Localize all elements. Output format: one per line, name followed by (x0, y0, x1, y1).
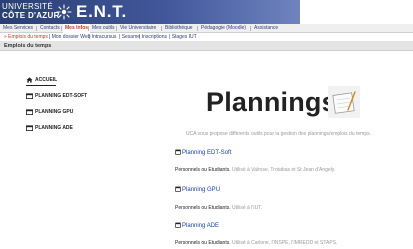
page-title: Emplois du temps (4, 43, 52, 49)
notebook-pen-icon (328, 86, 360, 118)
sidebar-item-planning-gpu[interactable]: PLANNING GPU (26, 108, 96, 116)
menu-separator (88, 26, 89, 31)
sub-menu: » Emplois du temps | Mon dossier Web | I… (0, 33, 413, 41)
page-title-bar: Emplois du temps (0, 41, 413, 51)
planning-link-gpu[interactable]: Planning GPU (175, 186, 220, 195)
planning-title: Planning EDT-Soft (182, 150, 232, 156)
calendar-icon (175, 186, 181, 192)
logo-line2: CÔTE D'AZUR (2, 11, 60, 20)
calendar-icon (26, 109, 33, 115)
submenu-item-emplois-du-temps[interactable]: » Emplois du temps (4, 33, 48, 41)
planning-title: Planning ADE (182, 223, 220, 229)
sidebar-item-accueil[interactable]: ACCUEIL (26, 76, 58, 84)
menu-separator (36, 26, 37, 31)
intro-text: UCA vous propose différents outils pour … (186, 131, 372, 137)
menu-item-pedagogie-moodle[interactable]: Pédagogie (Moodle) (199, 24, 248, 33)
logo-line1: UNIVERSITÉ (2, 2, 54, 11)
planning-audience: Personnels ou Etudiants. (175, 167, 231, 173)
calendar-icon (175, 149, 181, 155)
active-nav-underline (26, 85, 56, 86)
sidebar-item-planning-ade[interactable]: PLANNING ADE (26, 124, 96, 132)
submenu-item-sesame[interactable]: | Sesame (119, 33, 140, 41)
submenu-item-stages-iut[interactable]: | Stages IUT (169, 33, 197, 41)
planning-title: Planning GPU (182, 187, 221, 193)
menu-item-bibliotheque[interactable]: Bibliothèque (163, 24, 195, 33)
planning-audience: Personnels ou Etudiants. (175, 205, 231, 211)
menu-item-mes-infos[interactable]: Mes Infos (63, 24, 91, 33)
submenu-item-inscriptions[interactable]: | Inscriptions (139, 33, 167, 41)
planning-detail: Utilisé à Carlone, l'INSPE, l'IMREDD et … (230, 240, 338, 246)
menu-item-assistance[interactable]: Assistance (252, 24, 280, 33)
main-heading: Plannings (206, 87, 337, 117)
calendar-icon (175, 222, 181, 228)
main-menu: Mes Services Contacts Mes Infos Mes outi… (0, 24, 413, 33)
sidebar-item-label: ACCUEIL (35, 77, 58, 83)
submenu-item-mon-dossier-web[interactable]: | Mon dossier Web (49, 33, 91, 41)
sidebar-item-label: PLANNING ADE (35, 125, 73, 131)
planning-detail: Utilisé à l'IUT. (230, 205, 263, 211)
planning-detail: Utilisé à Valrose, Trotabas et St Jean d… (230, 167, 336, 173)
menu-separator (250, 26, 251, 31)
header: UNIVERSITÉ CÔTE D'AZUR E.N.T. (0, 0, 413, 24)
planning-link-edt-soft[interactable]: Planning EDT-Soft (175, 149, 231, 158)
submenu-item-intracursus[interactable]: | Intracursus (89, 33, 116, 41)
sidebar-item-planning-edt-soft[interactable]: PLANNING EDT-SOFT (26, 92, 116, 100)
menu-item-mes-outils[interactable]: Mes outils (90, 24, 117, 33)
menu-separator (161, 26, 162, 31)
planning-link-ade[interactable]: Planning ADE (175, 222, 219, 231)
calendar-icon (26, 93, 33, 99)
sidebar-item-label: PLANNING GPU (35, 109, 74, 115)
planning-audience: Personnels ou Etudiants. (175, 240, 231, 246)
university-emblem-icon (56, 4, 72, 20)
menu-item-vie-universitaire[interactable]: Vie Universitaire (118, 24, 158, 33)
home-icon (26, 77, 33, 83)
calendar-icon (26, 125, 33, 131)
planning-description: Personnels ou Etudiants. Utilisé à l'IUT… (175, 204, 262, 212)
menu-separator (197, 26, 198, 31)
app-title: E.N.T. (76, 2, 128, 21)
menu-item-mes-services[interactable]: Mes Services (1, 24, 35, 33)
menu-item-contacts[interactable]: Contacts (38, 24, 62, 33)
planning-description: Personnels ou Etudiants. Utilisé à Carlo… (175, 239, 337, 247)
sidebar-item-label: PLANNING EDT-SOFT (35, 93, 88, 99)
menu-separator (116, 26, 117, 31)
planning-description: Personnels ou Etudiants. Utilisé à Valro… (175, 166, 335, 174)
menu-separator (61, 26, 62, 31)
